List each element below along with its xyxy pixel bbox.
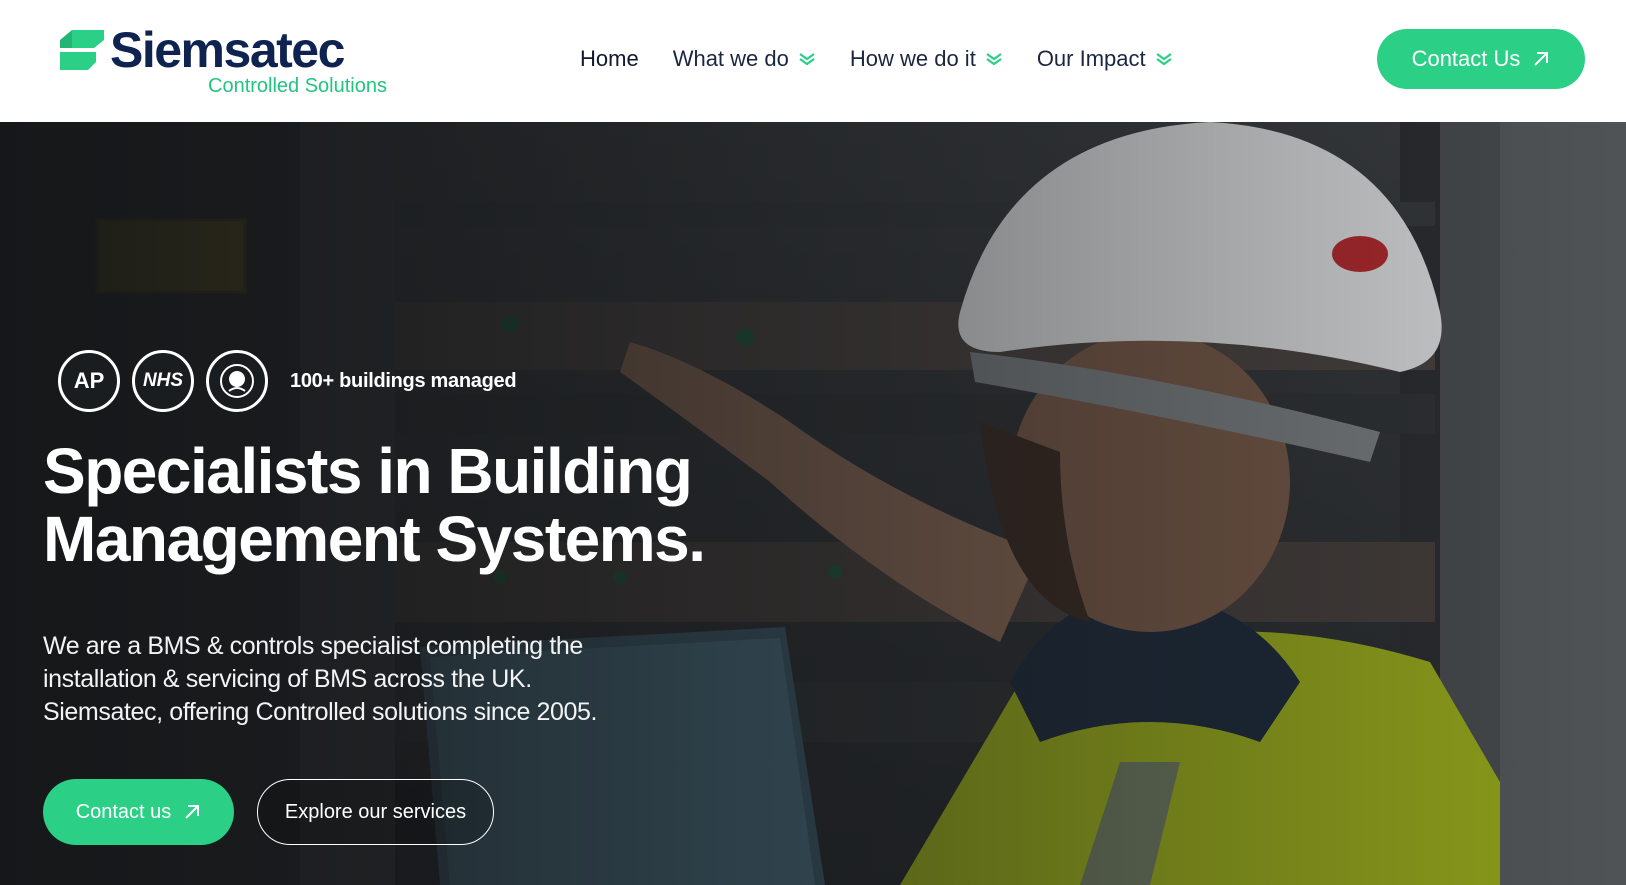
nav-item-how-we-do-it[interactable]: How we do it bbox=[850, 46, 1003, 72]
seal-icon bbox=[220, 364, 254, 398]
hero-title-line: Specialists in Building bbox=[43, 435, 693, 507]
hero-description-line: We are a BMS & controls specialist compl… bbox=[43, 632, 583, 660]
explore-services-button[interactable]: Explore our services bbox=[257, 779, 494, 845]
hero-description-line: installation & servicing of BMS across t… bbox=[43, 665, 532, 693]
arrow-up-right-icon bbox=[1534, 52, 1549, 66]
badge-label: AP bbox=[73, 368, 105, 393]
hero-contact-us-button[interactable]: Contact us bbox=[43, 779, 234, 845]
nav-item-home[interactable]: Home bbox=[580, 46, 639, 72]
hero-title: Specialists in Building Management Syste… bbox=[43, 437, 803, 573]
main-nav: Home What we do How we do it Our Impact bbox=[580, 40, 1207, 78]
badge-label: NHS bbox=[142, 370, 184, 391]
brand-tagline: Controlled Solutions bbox=[208, 75, 387, 97]
nhs-logo: NHS bbox=[132, 350, 194, 412]
chevron-double-down-icon bbox=[799, 53, 815, 66]
association-seal-logo bbox=[206, 350, 268, 412]
nav-item-label: Home bbox=[580, 46, 639, 71]
chevron-double-down-icon bbox=[986, 53, 1002, 66]
arrow-up-right-icon bbox=[185, 805, 200, 819]
hero-description: We are a BMS & controls specialist compl… bbox=[43, 630, 663, 729]
explore-services-label: Explore our services bbox=[284, 800, 467, 823]
site-header: Siemsatec Controlled Solutions Home What… bbox=[0, 0, 1626, 122]
hero-section: AP NHS 100+ buildings managed Specialist… bbox=[0, 122, 1626, 885]
nav-item-label: Our Impact bbox=[1036, 46, 1146, 71]
chevron-double-down-icon bbox=[1155, 53, 1172, 66]
nav-item-label: What we do bbox=[672, 46, 789, 71]
contact-us-label: Contact Us bbox=[1411, 46, 1521, 71]
contact-us-button[interactable]: Contact Us bbox=[1377, 29, 1585, 89]
nav-item-what-we-do[interactable]: What we do bbox=[673, 46, 816, 72]
ap-accreditation-logo: AP bbox=[58, 350, 120, 412]
site-logo[interactable]: Siemsatec Controlled Solutions bbox=[60, 22, 400, 100]
brand-name: Siemsatec bbox=[110, 22, 345, 78]
hero-description-line: Siemsatec, offering Controlled solutions… bbox=[43, 698, 598, 726]
accreditation-badges: AP NHS 100+ buildings managed bbox=[58, 349, 517, 413]
nav-item-our-impact[interactable]: Our Impact bbox=[1037, 46, 1173, 72]
buildings-managed-stat: 100+ buildings managed bbox=[290, 369, 517, 392]
hero-title-line: Management Systems. bbox=[43, 503, 706, 575]
nav-item-label: How we do it bbox=[849, 46, 976, 71]
siemsatec-logo-icon bbox=[60, 30, 104, 70]
hero-contact-us-label: Contact us bbox=[75, 800, 172, 823]
